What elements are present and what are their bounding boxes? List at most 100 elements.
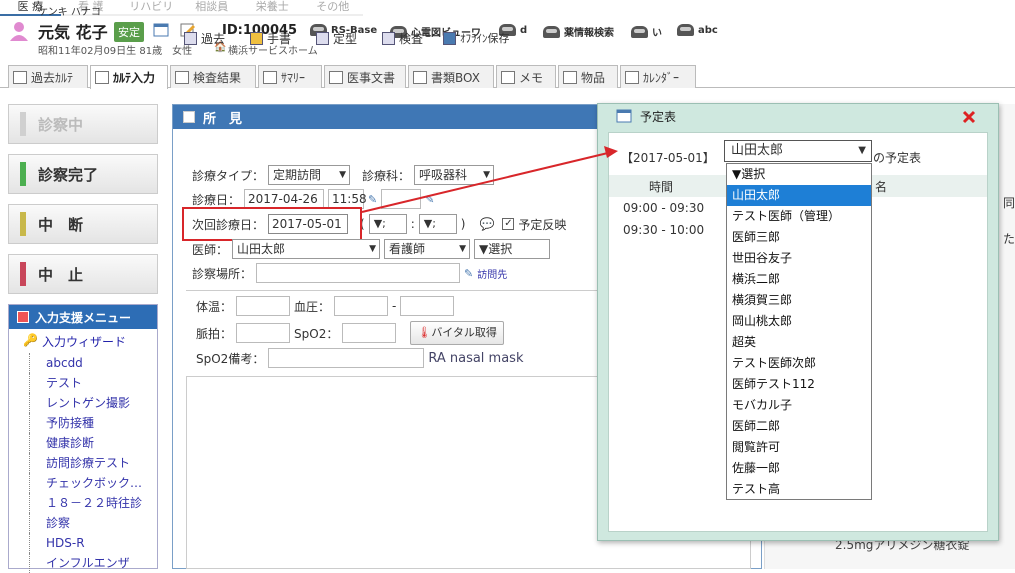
dropdown-option[interactable]: テスト高 — [727, 479, 871, 500]
dropdown-option[interactable]: 医師三郎 — [727, 227, 871, 248]
assist-item[interactable]: レントゲン撮影 — [29, 393, 157, 413]
link-abc[interactable]: abc — [677, 24, 718, 36]
tab-supplies[interactable]: 物品 — [558, 65, 618, 88]
bp-diastolic-input[interactable] — [400, 296, 455, 316]
link-drug-search[interactable]: 薬情報検索 — [543, 24, 614, 39]
assist-item[interactable]: １８－２２時往診 — [29, 493, 157, 513]
dept-select[interactable]: 呼吸器科 ▼ — [414, 165, 495, 185]
input-assist-menu: 入力支援メニュー 🔑 入力ウィザード abcdd テスト レントゲン撮影 予防接種… — [8, 304, 158, 573]
tab-chart-input[interactable]: ｶﾙﾃ入力 — [90, 65, 168, 89]
calendar-icon — [625, 70, 639, 84]
tab-test-results[interactable]: 検査結果 — [170, 65, 256, 88]
assist-item[interactable]: 予防接種 — [29, 413, 157, 433]
status-button-in-consultation[interactable]: 診察中 — [8, 104, 158, 144]
dropdown-option[interactable]: 医師二郎 — [727, 416, 871, 437]
comment-icon[interactable]: 💬 — [479, 217, 494, 231]
doctor-row: 医師： 山田太郎 ▼ 看護師 ▼ ▼選択 — [192, 239, 551, 259]
visit-destination-link[interactable]: 訪問先 — [477, 266, 507, 281]
next-minute-select[interactable]: ▼; — [418, 214, 457, 234]
dropdown-option[interactable]: 岡山桃太郎 — [727, 311, 871, 332]
dropdown-option[interactable]: 佐藤一郎 — [727, 458, 871, 479]
chevron-down-icon: ▼ — [483, 170, 491, 180]
assist-menu-header: 入力支援メニュー — [9, 305, 157, 329]
status-badge: 安定 — [114, 22, 144, 42]
dropdown-option[interactable]: テスト医師次郎 — [727, 353, 871, 374]
tab-medical-documents[interactable]: 医事文書 — [324, 65, 406, 88]
thermometer-icon: 🌡 — [417, 326, 432, 339]
pencil-icon[interactable]: ✎ — [368, 193, 377, 206]
assist-item[interactable]: テスト — [29, 373, 157, 393]
next-hour-select[interactable]: ▼; — [368, 214, 407, 234]
status-color-bar — [20, 262, 26, 286]
assist-item[interactable]: HDS-R — [29, 533, 157, 553]
role-tab-nutritionist[interactable]: 栄養士 — [242, 0, 303, 16]
doctor-schedule-select[interactable]: 山田太郎 ▼ — [724, 140, 872, 162]
dropdown-option[interactable]: 横浜二郎 — [727, 269, 871, 290]
link-i[interactable]: い — [631, 24, 662, 39]
chevron-down-icon: ▼ — [339, 170, 347, 180]
tab-calendar[interactable]: ｶﾚﾝﾀﾞｰ — [620, 65, 696, 88]
dropdown-option-selected[interactable]: 山田太郎 — [727, 185, 871, 206]
test-button[interactable]: 検査 — [382, 30, 423, 47]
visit-date-input[interactable]: 2017-04-26 — [244, 189, 325, 209]
wizard-node[interactable]: 🔑 入力ウィザード — [23, 333, 157, 350]
temp-input[interactable] — [236, 296, 291, 316]
dialog-title: 予定表 — [640, 109, 677, 124]
status-button-completed[interactable]: 診察完了 — [8, 154, 158, 194]
assist-item[interactable]: abcdd — [29, 353, 157, 373]
dropdown-option[interactable]: 超英 — [727, 332, 871, 353]
visit-extra-input[interactable] — [381, 189, 422, 209]
spo2-note-input[interactable] — [268, 348, 425, 368]
schedule-reflect-checkbox[interactable]: ✓ — [502, 218, 515, 230]
supplies-icon — [563, 70, 577, 84]
history-button[interactable]: 過去 — [184, 30, 225, 47]
close-icon[interactable] — [962, 110, 976, 124]
spo2-input[interactable] — [342, 323, 397, 343]
dropdown-option[interactable]: ▼選択 — [727, 164, 871, 185]
assist-item[interactable]: 健康診断 — [29, 433, 157, 453]
role-tab-counselor[interactable]: 相談員 — [181, 0, 242, 16]
place-input[interactable] — [256, 263, 461, 283]
box-icon — [413, 70, 427, 84]
role-tab-rehab[interactable]: リハビリ — [121, 0, 182, 16]
bp-label: 血圧： — [294, 299, 331, 314]
status-button-cancelled[interactable]: 中 止 — [8, 254, 158, 294]
visit-time-input[interactable]: 11:58 — [328, 189, 367, 209]
summary-icon — [263, 70, 277, 84]
dropdown-option[interactable]: 世田谷友子 — [727, 248, 871, 269]
handwrite-button[interactable]: 手書 — [250, 30, 291, 47]
pencil-icon[interactable]: ✎ — [425, 193, 434, 206]
nurse-select[interactable]: 看護師 ▼ — [384, 239, 471, 259]
doctor-dropdown-list: ▼選択 山田太郎 テスト医師（管理） 医師三郎 世田谷友子 横浜二郎 横須賀三郎… — [726, 163, 872, 500]
care-type-select[interactable]: 定期訪問 ▼ — [268, 165, 351, 185]
bp-systolic-input[interactable] — [334, 296, 389, 316]
tab-document-box[interactable]: 書類BOX — [408, 65, 494, 88]
doctor-select[interactable]: 山田太郎 ▼ — [232, 239, 381, 259]
key-icon: 🔑 — [23, 333, 38, 347]
dropdown-option[interactable]: 閲覧許可 — [727, 437, 871, 458]
dropdown-option[interactable]: 横須賀三郎 — [727, 290, 871, 311]
assist-item[interactable]: インフルエンザ — [29, 553, 157, 573]
pulse-input[interactable] — [236, 323, 291, 343]
dropdown-option[interactable]: モバカル子 — [727, 395, 871, 416]
assist-item[interactable]: チェックボック… — [29, 473, 157, 493]
dropdown-option[interactable]: テスト医師（管理） — [727, 206, 871, 227]
vital-fetch-button[interactable]: 🌡バイタル取得 — [410, 321, 504, 345]
offline-save-button[interactable]: ｵﾌﾗｲﾝ保存 — [443, 30, 510, 46]
assist-item[interactable]: 診察 — [29, 513, 157, 533]
pencil-icon: ✎ — [464, 266, 474, 280]
dropdown-option[interactable]: 医師テスト112 — [727, 374, 871, 395]
tab-memo[interactable]: メモ — [496, 65, 556, 88]
assist-item[interactable]: 訪問診療テスト — [29, 453, 157, 473]
tab-past-chart[interactable]: 過去ｶﾙﾃ — [8, 65, 88, 88]
calendar-icon — [17, 311, 29, 323]
tab-summary[interactable]: ｻﾏﾘｰ — [258, 65, 322, 88]
window-icon[interactable] — [153, 22, 169, 38]
window-icon — [616, 109, 632, 123]
person-icon — [10, 22, 28, 41]
status-button-suspended[interactable]: 中 断 — [8, 204, 158, 244]
staff-select[interactable]: ▼選択 — [474, 239, 551, 259]
spo2-note-value: RA nasal mask — [428, 350, 524, 366]
template-button[interactable]: 定型 — [316, 30, 357, 47]
role-tab-other[interactable]: その他 — [302, 0, 363, 16]
